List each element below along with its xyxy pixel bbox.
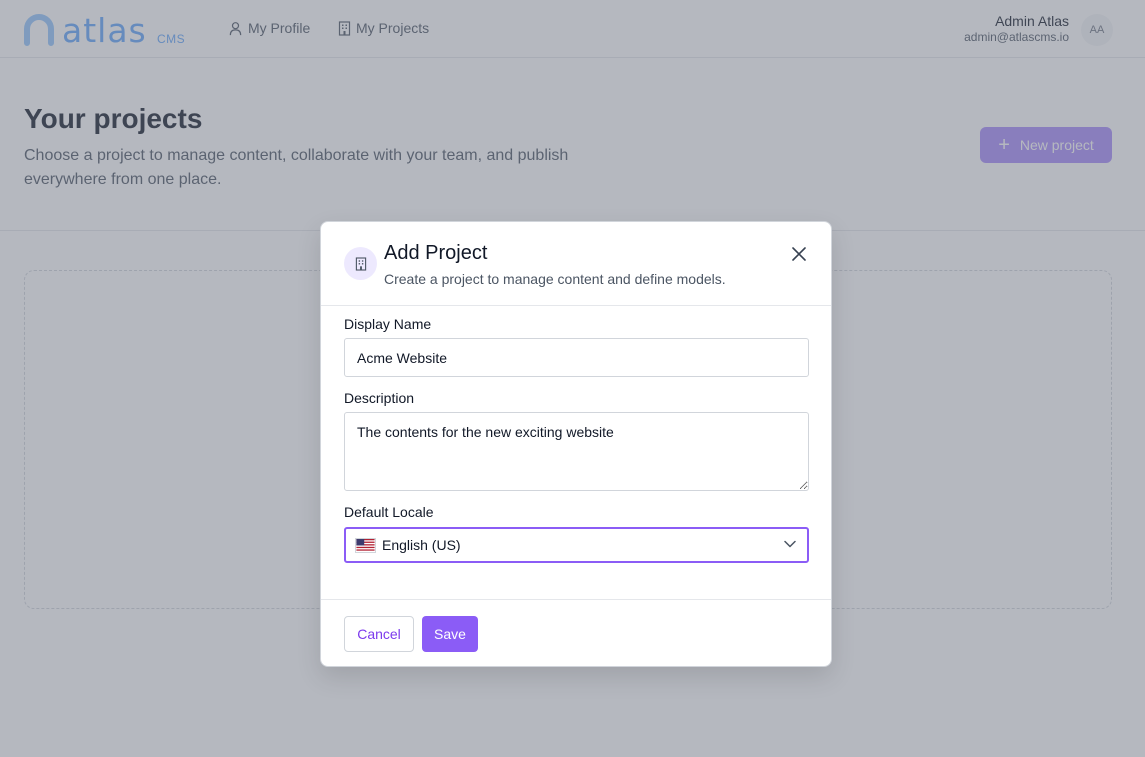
building-icon xyxy=(355,256,366,271)
display-name-input[interactable] xyxy=(344,338,809,377)
close-icon xyxy=(792,247,806,261)
dialog-header: Add Project Create a project to manage c… xyxy=(321,222,831,306)
default-locale-value: English (US) xyxy=(382,537,461,553)
default-locale-label: Default Locale xyxy=(344,504,434,520)
save-button[interactable]: Save xyxy=(422,616,478,652)
chevron-down-icon xyxy=(784,540,796,548)
dialog-title: Add Project xyxy=(384,242,488,264)
description-label: Description xyxy=(344,390,415,406)
dialog-footer: Cancel Save xyxy=(321,599,831,666)
close-button[interactable] xyxy=(789,244,809,264)
description-textarea[interactable]: The contents for the new exciting websit… xyxy=(344,412,809,491)
us-flag-icon xyxy=(355,537,376,553)
add-project-dialog: Add Project Create a project to manage c… xyxy=(320,221,832,667)
dialog-subtitle: Create a project to manage content and d… xyxy=(384,271,726,287)
cancel-button[interactable]: Cancel xyxy=(344,616,414,652)
default-locale-select[interactable]: English (US) xyxy=(344,527,809,563)
dialog-icon-badge xyxy=(344,247,377,280)
display-name-label: Display Name xyxy=(344,316,432,332)
